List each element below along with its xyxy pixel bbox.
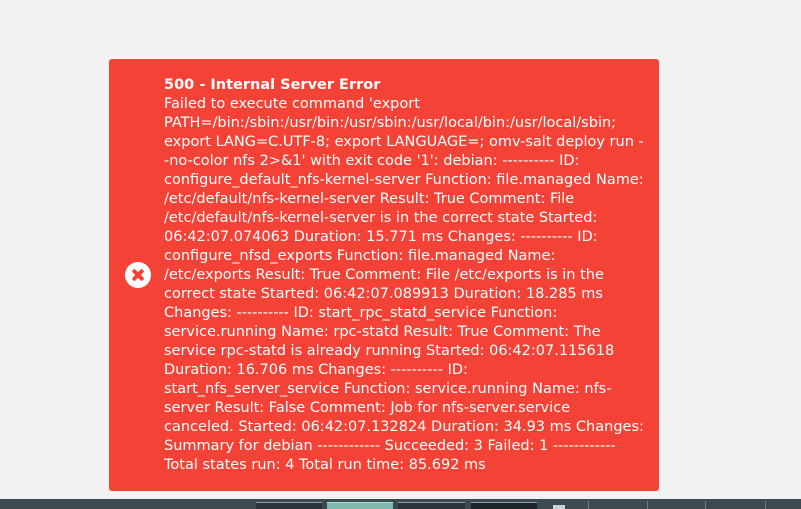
error-title: 500 - Internal Server Error (164, 77, 381, 93)
tray-icon[interactable] (553, 505, 565, 509)
tray-separator (765, 501, 766, 509)
tray-separator (588, 501, 589, 509)
taskbar-window-button[interactable] (256, 502, 322, 509)
taskbar-window-button-active[interactable] (327, 502, 393, 509)
taskbar-window-button[interactable] (471, 502, 537, 509)
tray-separator (705, 501, 706, 509)
taskbar (0, 499, 801, 509)
error-content: 500 - Internal Server Error Failed to ex… (164, 76, 644, 475)
taskbar-window-button[interactable] (398, 502, 465, 509)
desktop-background: 500 - Internal Server Error Failed to ex… (0, 0, 801, 509)
error-message: Failed to execute command 'export PATH=/… (164, 96, 644, 473)
tray-separator (647, 501, 648, 509)
error-notification: 500 - Internal Server Error Failed to ex… (109, 59, 659, 491)
error-close-circle-icon (125, 262, 151, 288)
